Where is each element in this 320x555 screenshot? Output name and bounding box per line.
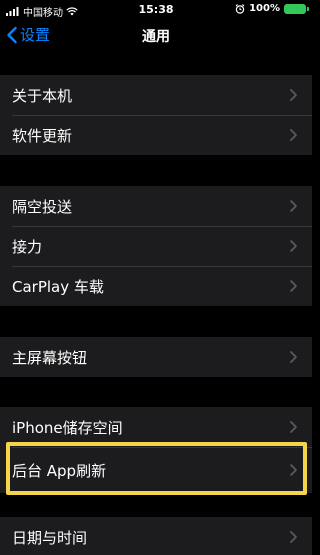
status-bar: 中国移动 15:38 100%: [0, 0, 312, 20]
chevron-right-icon: [290, 531, 297, 543]
page-title: 通用: [142, 29, 170, 45]
row-software-update[interactable]: 软件更新: [0, 115, 312, 155]
row-carplay[interactable]: CarPlay 车载: [0, 266, 312, 306]
row-background-app-refresh[interactable]: 后台 App刷新: [0, 447, 312, 493]
chevron-right-icon: [290, 464, 297, 476]
row-label: 软件更新: [12, 126, 73, 145]
section-about: 关于本机 软件更新: [0, 75, 312, 155]
row-label: iPhone储存空间: [12, 418, 123, 437]
section-storage: iPhone储存空间 后台 App刷新: [0, 407, 312, 493]
chevron-right-icon: [290, 421, 297, 433]
chevron-right-icon: [290, 240, 297, 252]
row-handoff[interactable]: 接力: [0, 226, 312, 266]
row-label: 日期与时间: [12, 528, 88, 547]
chevron-right-icon: [290, 280, 297, 292]
battery-icon: [284, 3, 309, 14]
status-right: 100%: [235, 3, 309, 14]
row-label: 后台 App刷新: [12, 461, 107, 480]
row-date-time[interactable]: 日期与时间: [0, 517, 312, 555]
chevron-right-icon: [290, 129, 297, 141]
chevron-right-icon: [290, 351, 297, 363]
nav-bar: 设置 通用: [0, 20, 312, 52]
row-about[interactable]: 关于本机: [0, 75, 312, 115]
row-label: CarPlay 车载: [12, 277, 104, 296]
section-home-button: 主屏幕按钮: [0, 337, 312, 377]
row-label: 接力: [12, 237, 43, 256]
section-connectivity: 隔空投送 接力 CarPlay 车载: [0, 186, 312, 306]
row-label: 关于本机: [12, 86, 73, 105]
row-iphone-storage[interactable]: iPhone储存空间: [0, 407, 312, 447]
chevron-right-icon: [290, 200, 297, 212]
row-airdrop[interactable]: 隔空投送: [0, 186, 312, 226]
row-home-button[interactable]: 主屏幕按钮: [0, 337, 312, 377]
section-date-time: 日期与时间: [0, 517, 312, 555]
chevron-right-icon: [290, 89, 297, 101]
row-label: 隔空投送: [12, 197, 73, 216]
alarm-icon: [235, 3, 245, 14]
row-label: 主屏幕按钮: [12, 348, 88, 367]
battery-percent: 100%: [249, 3, 280, 14]
